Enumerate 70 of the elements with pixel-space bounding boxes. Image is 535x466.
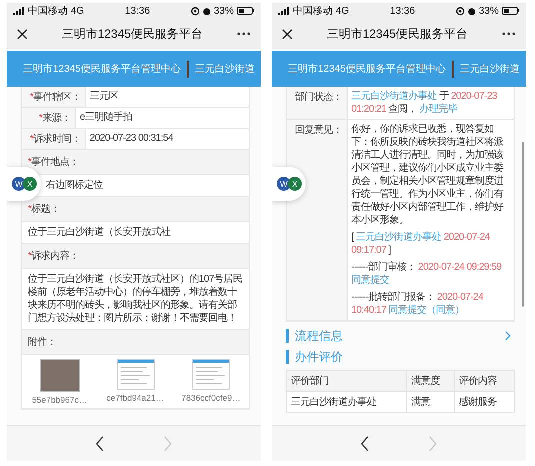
carrier-name: 中国移动 <box>28 4 68 18</box>
more-icon[interactable] <box>237 32 251 36</box>
column-header: 评价内容 <box>454 370 514 392</box>
clock-time: 13:36 <box>390 6 416 16</box>
section-title[interactable]: 流程信息 <box>286 329 343 343</box>
app-badge[interactable]: W <box>12 177 26 191</box>
clock-time: 13:36 <box>125 6 150 16</box>
column-header: 评价部门 <box>286 370 407 392</box>
document-thumbnail[interactable] <box>192 359 230 390</box>
field-label: *事件辖区： <box>22 87 86 107</box>
field-label: *事件地点： <box>22 150 249 175</box>
chevron-right-icon[interactable] <box>505 331 511 341</box>
file-name[interactable]: ce7fbd94a21… <box>106 393 164 403</box>
field-label: 附件： <box>22 330 249 355</box>
value-text: 你好，你的诉求已收悉，现答复如下：你所反映的砖块我街道社区将派清洁工人进行清理。同时，为加强该小区管理，建议你们小区成立业主委员会，制定相关小区管理规章制度进行统一管理。作为小区业主，你们有责任做好小区内部管理工作，维护好本小区形象。 <box>352 123 505 227</box>
field-label: *诉求内容： <box>22 244 249 269</box>
center-name: 三明市12345便民服务平台管理中心 <box>23 62 181 76</box>
center-name: 三明市12345便民服务平台管理中心 <box>288 62 446 76</box>
field-label: *标题： <box>22 197 249 222</box>
back-icon[interactable] <box>361 436 369 452</box>
floating-bubble[interactable]: W X <box>7 167 41 201</box>
field-value: 右边图标定位 <box>46 180 103 191</box>
battery-percentage: 33% <box>478 6 499 16</box>
field-label: 部门状态： <box>287 87 348 119</box>
photo-placeholder[interactable] <box>40 359 80 392</box>
table-cell: 感谢服务 <box>454 392 514 412</box>
field-label: *来源： <box>22 108 76 128</box>
app-badge[interactable]: X <box>23 177 37 191</box>
signal-icon <box>278 7 290 15</box>
page-title: 三明市12345便民服务平台 <box>60 26 204 42</box>
battery-icon <box>237 7 255 15</box>
app-badge[interactable]: X <box>288 177 302 191</box>
link[interactable]: 三元白沙街道办事处 <box>352 91 437 102</box>
table-cell: 三元白沙街道办事处 <box>286 392 407 412</box>
field-value: e三明随手拍 <box>79 110 134 125</box>
value-text: ------部门审核： 2020-07-24 09:29:59 同意提交 <box>352 261 503 287</box>
network-type: 4G <box>336 6 350 16</box>
network-type: 4G <box>71 6 84 16</box>
link[interactable]: 同意提交（同意） <box>388 305 465 316</box>
more-icon[interactable] <box>502 32 516 36</box>
column-header: 满意度 <box>406 370 455 392</box>
scrollbar[interactable] <box>522 142 524 307</box>
field-value: 位于三元白沙街道（长安开放式社 <box>28 227 170 238</box>
page-title: 三明市12345便民服务平台 <box>326 26 470 42</box>
value-text: [ 三元白沙街道办事处 2020-07-24 09:17:07 ] <box>352 231 492 257</box>
value-text: 三元白沙街道办事处 于 2020-07-23 01:20:21 查阅， 办理完毕 <box>352 90 498 116</box>
battery-icon <box>502 7 520 15</box>
user-name: 三元白沙街道 <box>460 62 520 76</box>
field-label: *诉求时间： <box>22 129 86 149</box>
signal-icon <box>13 7 25 15</box>
user-name: 三元白沙街道 <box>195 62 255 76</box>
battery-percentage: 33% <box>214 6 234 16</box>
link[interactable]: 同意提交 <box>352 275 390 286</box>
table-cell: 满意 <box>406 392 455 412</box>
file-name[interactable]: 55e7bb967c… <box>32 395 88 405</box>
close-icon[interactable] <box>17 28 28 40</box>
file-name[interactable]: 7836ccf0cfe9… <box>182 393 241 403</box>
field-value: 位于三元白沙街道（长安开放式社区）的107号居民楼前（原老年活动中心）的停车棚旁，堆放着数十块来历不明的砖头，影响我社区的形象。请有关部门想方设法处理：图片所示：谢谢！不需要回电！ <box>28 274 243 324</box>
back-icon[interactable] <box>96 436 104 452</box>
field-value: 三元区 <box>88 90 120 104</box>
value-text: ------批转部门报备： 2020-07-24 10:40:17 同意提交（同意） <box>352 291 485 317</box>
close-icon[interactable] <box>282 28 293 40</box>
floating-bubble[interactable]: W X <box>272 167 306 201</box>
field-value: 2020-07-23 00:31:54 <box>88 132 174 146</box>
carrier-name: 中国移动 <box>293 4 333 18</box>
document-thumbnail[interactable] <box>116 359 154 390</box>
link[interactable]: 三元白沙街道办事处 <box>356 232 442 243</box>
link[interactable]: 办理完毕 <box>420 104 458 115</box>
app-badge[interactable]: W <box>277 177 291 191</box>
section-title: 办件评价 <box>286 350 343 364</box>
